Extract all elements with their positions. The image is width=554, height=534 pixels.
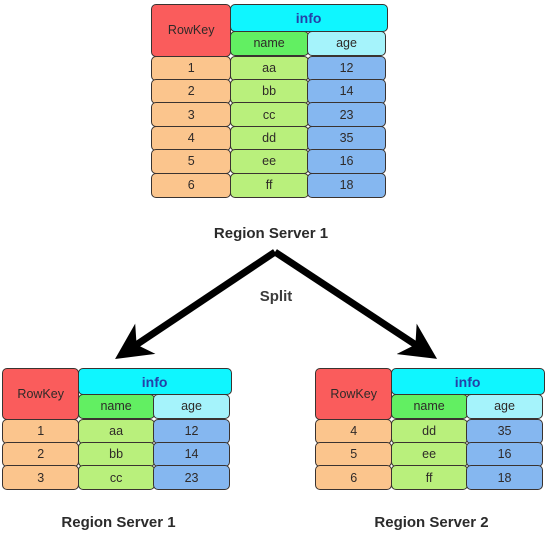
table-row: 6 ff 18 xyxy=(315,465,547,491)
table-row: 3 cc 23 xyxy=(151,102,390,128)
cell-name: dd xyxy=(229,125,309,151)
cell-rowkey: 5 xyxy=(151,149,232,175)
table-row: 4 dd 35 xyxy=(151,125,390,151)
split-left-region-table: RowKey info name age 1 aa 12 2 bb 14 3 c… xyxy=(2,368,234,491)
cell-name: ff xyxy=(229,172,309,198)
cell-rowkey: 1 xyxy=(151,55,232,81)
cell-age: 16 xyxy=(307,149,387,175)
cell-rowkey: 6 xyxy=(151,172,232,198)
cell-rowkey: 2 xyxy=(2,442,80,468)
cell-age: 23 xyxy=(153,465,231,491)
rowkey-header-cell: RowKey xyxy=(315,368,393,421)
age-qualifier-header-cell: age xyxy=(307,30,387,56)
cell-rowkey: 6 xyxy=(315,465,393,491)
cell-age: 18 xyxy=(307,172,387,198)
table-row: 1 aa 12 xyxy=(151,55,390,81)
cell-name: aa xyxy=(229,55,309,81)
table-row: 3 cc 23 xyxy=(2,465,234,491)
cell-age: 12 xyxy=(307,55,387,81)
split-label: Split xyxy=(259,288,293,305)
source-table-caption: Region Server 1 xyxy=(213,225,329,242)
age-qualifier-header-cell: age xyxy=(466,393,544,419)
table-row: 2 bb 14 xyxy=(151,79,390,105)
rowkey-header-cell: RowKey xyxy=(151,4,232,58)
hbase-region-split-diagram: RowKey info name age 1 aa 12 2 bb 14 3 c… xyxy=(0,0,554,534)
table-row: 6 ff 18 xyxy=(151,172,390,198)
cell-rowkey: 1 xyxy=(2,418,80,444)
name-qualifier-header-cell: name xyxy=(390,393,468,419)
table-row: 5 ee 16 xyxy=(315,442,547,468)
cell-age: 14 xyxy=(153,442,231,468)
table-row: 2 bb 14 xyxy=(2,442,234,468)
split-right-region-table: RowKey info name age 4 dd 35 5 ee 16 6 f… xyxy=(315,368,547,491)
cell-name: aa xyxy=(77,418,155,444)
table-row: 4 dd 35 xyxy=(315,418,547,444)
rowkey-header-cell: RowKey xyxy=(2,368,80,421)
cell-rowkey: 5 xyxy=(315,442,393,468)
cell-name: bb xyxy=(77,442,155,468)
split-left-table-caption: Region Server 1 xyxy=(61,514,176,531)
cell-name: ff xyxy=(390,465,468,491)
name-qualifier-header-cell: name xyxy=(77,393,155,419)
age-qualifier-header-cell: age xyxy=(153,393,231,419)
cell-rowkey: 4 xyxy=(315,418,393,444)
cell-rowkey: 3 xyxy=(2,465,80,491)
cell-age: 35 xyxy=(307,125,387,151)
column-family-header-cell: info xyxy=(229,4,388,33)
split-right-table-caption: Region Server 2 xyxy=(374,514,489,531)
column-family-header-cell: info xyxy=(390,368,545,396)
source-region-table: RowKey info name age 1 aa 12 2 bb 14 3 c… xyxy=(151,4,390,198)
table-row: 1 aa 12 xyxy=(2,418,234,444)
cell-rowkey: 3 xyxy=(151,102,232,128)
cell-name: ee xyxy=(390,442,468,468)
cell-rowkey: 2 xyxy=(151,79,232,105)
table-header: RowKey info name age xyxy=(151,4,390,58)
column-family-header-cell: info xyxy=(77,368,232,396)
cell-name: dd xyxy=(390,418,468,444)
table-header: RowKey info name age xyxy=(315,368,547,421)
cell-age: 12 xyxy=(153,418,231,444)
cell-name: cc xyxy=(229,102,309,128)
name-qualifier-header-cell: name xyxy=(229,30,309,56)
cell-name: bb xyxy=(229,79,309,105)
table-row: 5 ee 16 xyxy=(151,149,390,175)
cell-age: 18 xyxy=(466,465,544,491)
cell-name: cc xyxy=(77,465,155,491)
cell-name: ee xyxy=(229,149,309,175)
cell-age: 16 xyxy=(466,442,544,468)
cell-age: 35 xyxy=(466,418,544,444)
cell-age: 23 xyxy=(307,102,387,128)
cell-age: 14 xyxy=(307,79,387,105)
cell-rowkey: 4 xyxy=(151,125,232,151)
table-header: RowKey info name age xyxy=(2,368,234,421)
